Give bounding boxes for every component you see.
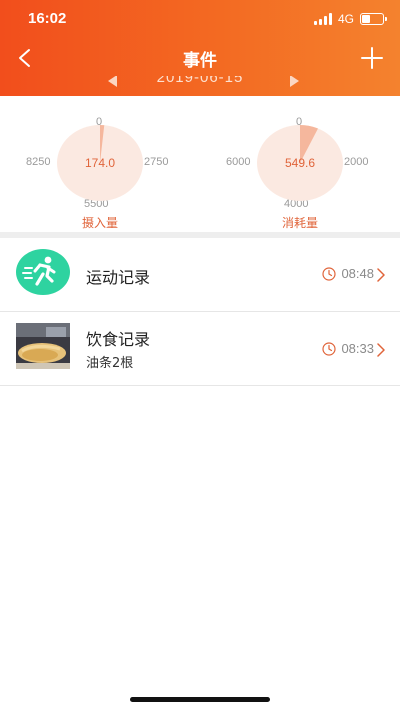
record-list: 运动记录 08:48 饮食记录 油条2根 08:33 [0,238,400,386]
intake-gauge: 0 2750 5500 8250 174.0 摄入量 [0,96,200,232]
record-subtitle: 油条2根 [86,356,134,371]
date-label: 2019-06-15 [156,76,244,86]
header: 16:02 4G 事件 2019-06-15 [0,0,400,96]
clock-icon [322,266,337,281]
chevron-right-icon [377,268,385,282]
list-item-diet[interactable]: 饮食记录 油条2根 08:33 [0,312,400,386]
home-indicator [130,697,270,702]
page-title: 事件 [183,51,217,71]
record-title: 饮食记录 [86,330,151,349]
gauges-panel: 0 2750 5500 8250 174.0 摄入量 0 2000 4000 6… [0,96,400,232]
food-photo [16,323,70,369]
record-time: 08:48 [322,266,374,281]
burn-gauge: 0 2000 4000 6000 549.6 消耗量 [200,96,400,232]
running-icon [16,249,70,295]
intake-label: 摄入量 [81,216,118,230]
network-type: 4G [337,12,354,26]
next-date-arrow[interactable] [290,76,299,87]
intake-value: 174.0 [84,156,116,170]
record-time: 08:33 [322,341,374,356]
signal-icon [313,13,332,25]
record-title: 运动记录 [86,268,151,287]
chevron-right-icon [377,343,385,357]
list-item-exercise[interactable]: 运动记录 08:48 [0,238,400,312]
record-time-text: 08:48 [341,266,374,281]
burn-label: 消耗量 [281,216,318,230]
battery-icon [360,13,387,25]
burn-value: 549.6 [284,156,316,170]
date-selector: 2019-06-15 [0,76,400,96]
clock-icon [322,341,337,356]
add-button[interactable] [358,44,386,72]
nav-bar: 事件 [0,40,400,76]
status-time: 16:02 [28,10,67,27]
plus-icon [361,47,383,69]
status-indicators: 4G [313,12,387,26]
record-time-text: 08:33 [341,341,374,356]
status-bar: 16:02 4G [0,0,400,40]
